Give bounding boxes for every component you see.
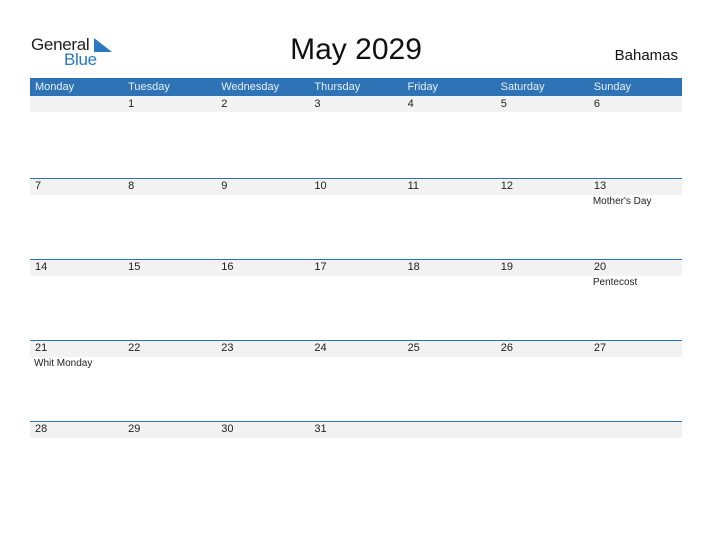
day-number: 5 (500, 98, 507, 110)
day-number: 6 (593, 98, 600, 110)
day-cell: 13 Mother's Day (589, 178, 682, 259)
day-cell: 20 Pentecost (589, 259, 682, 340)
day-cell: 15 (123, 259, 216, 340)
weekday-thursday: Thursday (314, 81, 361, 93)
day-cell: 17 (309, 259, 402, 340)
day-number: 25 (407, 342, 420, 354)
day-number: 11 (407, 180, 419, 192)
day-cell: 26 (496, 340, 589, 421)
day-cell: 12 (496, 178, 589, 259)
day-cell: 9 (216, 178, 309, 259)
day-number: 19 (500, 261, 513, 273)
day-cell: 6 (589, 96, 682, 177)
week-row: 7 8 9 10 11 12 13 Mother's Day (30, 178, 682, 259)
day-cell: 27 (589, 340, 682, 421)
day-number: 31 (314, 423, 327, 435)
day-cell: 14 (30, 259, 123, 340)
holiday-label: Whit Monday (34, 358, 93, 369)
weekday-saturday: Saturday (500, 81, 545, 93)
day-number: 8 (128, 180, 135, 192)
day-cell (403, 421, 496, 502)
day-number: 15 (128, 261, 141, 273)
day-cell (589, 421, 682, 502)
day-number: 14 (35, 261, 48, 273)
day-number: 12 (500, 180, 513, 192)
day-number: 26 (500, 342, 513, 354)
weekday-header: Monday Tuesday Wednesday Thursday Friday… (30, 78, 682, 96)
day-number: 29 (128, 423, 141, 435)
weekday-wednesday: Wednesday (221, 81, 280, 93)
calendar-title: May 2029 (290, 33, 422, 66)
day-number: 27 (593, 342, 607, 354)
day-cell: 31 (309, 421, 402, 502)
day-number: 21 (35, 342, 48, 354)
day-cell: 8 (123, 178, 216, 259)
day-cell: 22 (123, 340, 216, 421)
day-number: 22 (128, 342, 141, 354)
day-cell: 19 (496, 259, 589, 340)
day-number: 13 (593, 180, 607, 192)
day-number: 18 (407, 261, 420, 273)
day-cell: 21 Whit Monday (30, 340, 123, 421)
weekday-sunday: Sunday (593, 81, 632, 93)
day-number: 30 (221, 423, 234, 435)
week-row: 21 Whit Monday 22 23 24 25 26 27 (30, 340, 682, 421)
holiday-label: Pentecost (592, 277, 638, 288)
day-cell: 5 (496, 96, 589, 177)
day-number: 1 (128, 98, 135, 110)
day-number: 3 (314, 98, 321, 110)
day-cell: 16 (216, 259, 309, 340)
week-row: 1 2 3 4 5 6 (30, 96, 682, 177)
day-cell: 25 (403, 340, 496, 421)
day-number: 4 (407, 98, 414, 110)
day-number: 7 (35, 180, 42, 192)
day-cell: 10 (309, 178, 402, 259)
day-cell: 4 (403, 96, 496, 177)
week-row: 28 29 30 31 (30, 421, 682, 502)
day-cell: 23 (216, 340, 309, 421)
day-cell: 24 (309, 340, 402, 421)
day-cell: 18 (403, 259, 496, 340)
day-cell: 7 (30, 178, 123, 259)
day-cell (496, 421, 589, 502)
day-cell: 28 (30, 421, 123, 502)
day-number: 9 (221, 180, 228, 192)
day-number: 20 (593, 261, 607, 273)
day-number: 16 (221, 261, 234, 273)
day-cell: 30 (216, 421, 309, 502)
weekday-tuesday: Tuesday (128, 81, 170, 93)
country-label: Bahamas (614, 47, 678, 64)
day-cell: 2 (216, 96, 309, 177)
day-number: 2 (221, 98, 228, 110)
weekday-friday: Friday (407, 81, 439, 93)
day-number: 23 (221, 342, 234, 354)
week-row: 14 15 16 17 18 19 20 Pentecost (30, 259, 682, 340)
day-cell: 1 (123, 96, 216, 177)
holiday-label: Mother's Day (592, 196, 652, 207)
day-number: 10 (314, 180, 327, 192)
day-cell (30, 96, 123, 177)
day-cell: 3 (309, 96, 402, 177)
weekday-monday: Monday (35, 81, 75, 93)
day-number: 24 (314, 342, 327, 354)
day-cell: 29 (123, 421, 216, 502)
day-number: 17 (314, 261, 327, 273)
day-number: 28 (35, 423, 48, 435)
day-cell: 11 (403, 178, 496, 259)
